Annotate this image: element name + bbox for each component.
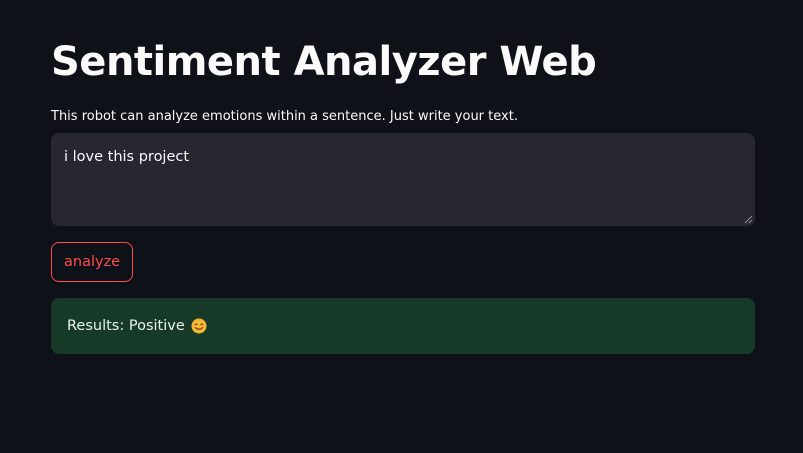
sentence-input[interactable]: i love this project <box>51 133 755 226</box>
app-page: Sentiment Analyzer Web This robot can an… <box>0 0 803 453</box>
result-text: Results: Positive <box>67 318 185 334</box>
resize-grip-icon[interactable] <box>744 215 753 224</box>
smiling-face-icon <box>191 318 207 334</box>
text-input-container: i love this project <box>51 133 755 226</box>
result-alert: Results: Positive <box>51 298 755 354</box>
page-description: This robot can analyze emotions within a… <box>51 109 518 124</box>
page-title: Sentiment Analyzer Web <box>51 39 597 85</box>
analyze-button[interactable]: analyze <box>51 242 134 282</box>
